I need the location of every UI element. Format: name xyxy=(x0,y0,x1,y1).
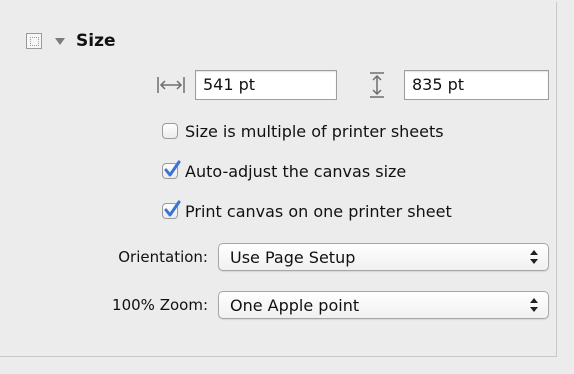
chevron-updown-icon xyxy=(530,298,538,312)
checkbox-row-one-sheet[interactable]: Print canvas on one printer sheet xyxy=(162,200,452,222)
height-icon xyxy=(370,72,384,98)
checkmark-icon xyxy=(164,200,181,217)
chevron-updown-icon xyxy=(530,250,538,264)
height-field[interactable]: 835 pt xyxy=(404,70,549,100)
checkbox-multiple-sheets[interactable] xyxy=(162,123,178,139)
section-header[interactable]: Size xyxy=(26,30,116,52)
checkmark-icon xyxy=(164,160,181,177)
section-title: Size xyxy=(76,31,116,51)
inspector-icon xyxy=(26,33,42,49)
width-icon xyxy=(157,77,185,93)
size-inspector-panel: Size 541 pt 835 pt Size is multiple of p… xyxy=(0,2,557,357)
checkbox-auto-adjust[interactable] xyxy=(162,160,181,179)
orientation-label: Orientation: xyxy=(118,248,208,266)
checkbox-one-sheet[interactable] xyxy=(162,200,181,219)
orientation-value: Use Page Setup xyxy=(230,248,356,267)
checkbox-row-auto-adjust[interactable]: Auto-adjust the canvas size xyxy=(162,160,406,182)
zoom-label: 100% Zoom: xyxy=(112,296,208,314)
width-field[interactable]: 541 pt xyxy=(195,70,337,100)
orientation-row: Orientation: Use Page Setup xyxy=(0,243,556,271)
zoom-row: 100% Zoom: One Apple point xyxy=(0,291,556,319)
checkbox-label: Print canvas on one printer sheet xyxy=(185,201,452,221)
checkbox-label: Size is multiple of printer sheets xyxy=(185,121,444,141)
size-row: 541 pt 835 pt xyxy=(0,70,556,100)
checkbox-row-multiple-sheets[interactable]: Size is multiple of printer sheets xyxy=(162,120,444,142)
disclosure-triangle-icon[interactable] xyxy=(55,37,65,45)
orientation-popup[interactable]: Use Page Setup xyxy=(218,243,549,271)
zoom-popup[interactable]: One Apple point xyxy=(218,291,549,319)
zoom-value: One Apple point xyxy=(230,296,360,315)
checkbox-label: Auto-adjust the canvas size xyxy=(185,161,407,181)
